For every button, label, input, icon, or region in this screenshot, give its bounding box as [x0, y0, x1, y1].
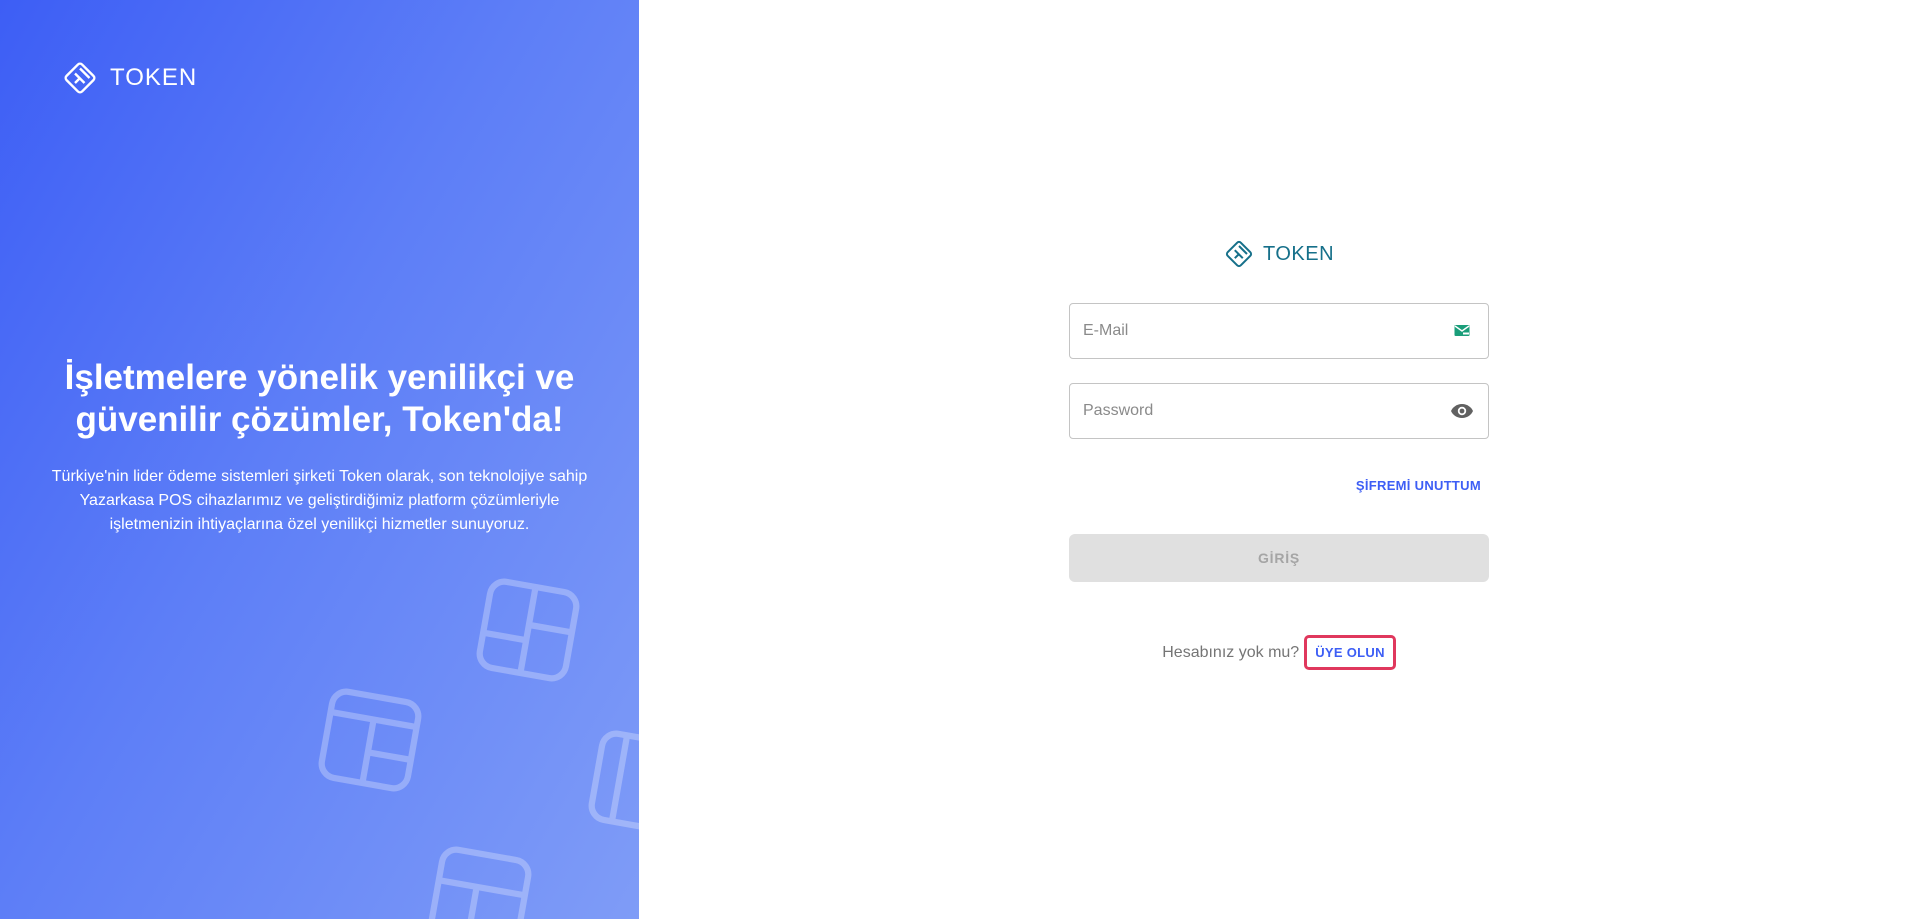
hero-title: İşletmelere yönelik yenilikçi ve güvenil…: [64, 358, 575, 439]
email-field-container: [1069, 303, 1489, 359]
mail-icon: [1450, 319, 1474, 343]
token-logo-icon: [1225, 240, 1253, 268]
password-field-container: [1069, 383, 1489, 439]
form-brand-logo: TOKEN: [1223, 238, 1334, 270]
decorative-tile-icon: [588, 730, 639, 834]
form-brand-name: TOKEN: [1263, 242, 1335, 265]
brand-name: TOKEN: [110, 64, 198, 91]
token-logo-icon: [64, 62, 96, 94]
eye-icon[interactable]: [1450, 399, 1474, 423]
signup-link[interactable]: ÜYE OLUN: [1304, 635, 1396, 670]
promo-panel: TOKEN İşletmelere yönelik yenilikçi ve g…: [0, 0, 639, 919]
brand-logo: TOKEN: [61, 59, 197, 97]
email-input[interactable]: [1070, 304, 1423, 358]
password-input[interactable]: [1070, 384, 1423, 438]
signup-row: Hesabınız yok mu? ÜYE OLUN: [1069, 635, 1489, 670]
hero-description: Türkiye'nin lider ödeme sistemleri şirke…: [51, 468, 588, 533]
signup-question: Hesabınız yok mu?: [1162, 643, 1300, 661]
forgot-password-link[interactable]: ŞİFREMİ UNUTTUM: [1356, 478, 1481, 493]
decorative-tile-icon: [318, 688, 422, 792]
decorative-tile-icon: [476, 578, 580, 682]
decorative-tile-icon: [428, 846, 532, 919]
login-button[interactable]: GİRİŞ: [1069, 534, 1489, 582]
login-page: TOKEN İşletmelere yönelik yenilikçi ve g…: [0, 0, 1920, 919]
